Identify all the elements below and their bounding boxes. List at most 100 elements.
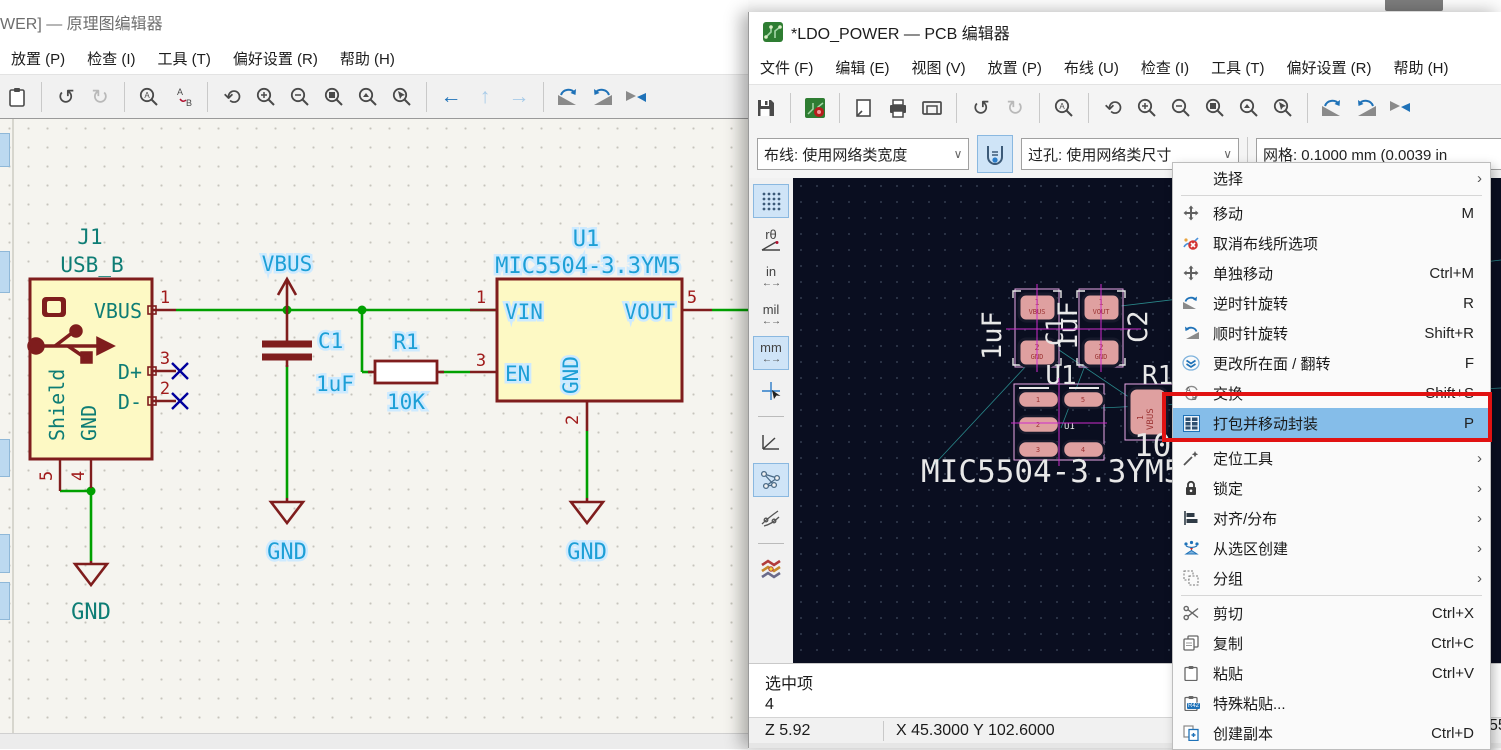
cursor-shape-button[interactable] [753, 374, 789, 408]
schematic-statusbar [0, 733, 748, 749]
sch-menu-tools[interactable]: 工具 (T) [147, 45, 222, 72]
auto-track-width-toggle[interactable] [977, 135, 1013, 173]
svg-text:B: B [1192, 395, 1197, 401]
ctx-item-move-individually[interactable]: 单独移动 Ctrl+M [1173, 258, 1490, 288]
ctx-item-unroute[interactable]: 取消布线所选项 [1173, 228, 1490, 258]
pcb-menu-tools[interactable]: 工具 (T) [1200, 54, 1275, 81]
contrast-mode-button[interactable] [753, 552, 789, 586]
pcb-menu-place[interactable]: 放置 (P) [977, 54, 1053, 81]
power-symbol-gnd-j1[interactable]: GND [71, 561, 111, 625]
undo-icon[interactable]: ↺ [964, 91, 998, 125]
schematic-menubar: 放置 (P) 检查 (I) 工具 (T) 偏好设置 (R) 帮助 (H) [0, 44, 748, 72]
curved-ratsnest-button[interactable] [753, 501, 789, 535]
print-button[interactable] [881, 91, 915, 125]
pcb-menu-route[interactable]: 布线 (U) [1053, 54, 1130, 81]
power-symbol-gnd-u1[interactable]: GND [567, 498, 607, 565]
board-setup-button[interactable] [798, 91, 832, 125]
c1-ref: C1 [318, 329, 343, 353]
pcb-menu-edit[interactable]: 编辑 (E) [824, 54, 900, 81]
ctx-item-positioning-tools[interactable]: 定位工具 › [1173, 443, 1490, 473]
zoom-selection-icon[interactable] [385, 80, 419, 114]
move-icon [1177, 205, 1205, 221]
find-icon[interactable]: A [132, 80, 166, 114]
rotate-ccw-icon[interactable] [551, 80, 585, 114]
save-button[interactable] [749, 91, 783, 125]
footprint-c2[interactable]: 1 VOUT 2 GND 1uF C2 [1053, 289, 1154, 367]
power-symbol-vbus[interactable]: VBUS [262, 252, 313, 310]
ctx-item-lock[interactable]: 锁定 › [1173, 473, 1490, 503]
ctx-item-align-distribute[interactable]: 对齐/分布 › [1173, 503, 1490, 533]
units-mils-button[interactable]: mil←→ [753, 298, 789, 332]
find-replace-icon[interactable]: AB [166, 80, 200, 114]
measure-button[interactable] [753, 425, 789, 459]
redo-icon[interactable]: ↻ [83, 80, 117, 114]
rotate-cw-icon[interactable] [1349, 91, 1383, 125]
nav-back-icon[interactable]: ← [434, 80, 468, 114]
zoom-out-icon[interactable] [283, 80, 317, 114]
u1-pin-en: EN [505, 362, 530, 386]
u1-pad-number: 5 [1081, 396, 1085, 404]
group-icon [1177, 570, 1205, 586]
page-settings-button[interactable] [847, 91, 881, 125]
u1-pad-number: 3 [1036, 446, 1040, 454]
background-window-edge [1385, 0, 1443, 11]
pcb-menu-inspect[interactable]: 检查 (I) [1130, 54, 1200, 81]
pcb-menu-view[interactable]: 视图 (V) [901, 54, 977, 81]
refresh-icon[interactable]: ⟲ [215, 80, 249, 114]
zoom-in-icon[interactable] [1130, 91, 1164, 125]
zoom-fit-icon[interactable] [1198, 91, 1232, 125]
mirror-icon[interactable] [619, 80, 653, 114]
polar-coords-button[interactable]: rθ [753, 222, 789, 256]
ctx-item-paste[interactable]: 粘贴 Ctrl+V [1173, 658, 1490, 688]
redo-icon[interactable]: ↻ [998, 91, 1032, 125]
zoom-out-icon[interactable] [1164, 91, 1198, 125]
sch-menu-preferences[interactable]: 偏好设置 (R) [222, 45, 329, 72]
plot-button[interactable] [915, 91, 949, 125]
u1-pin-vout: VOUT [624, 300, 675, 324]
symbol-j1-usb-connector[interactable]: J1 USB_B VBUS D+ D- Shield GND 1 3 2 5 4 [29, 225, 188, 491]
power-symbol-gnd-c1[interactable]: GND [267, 498, 307, 565]
paste-icon[interactable] [0, 80, 34, 114]
track-width-select[interactable]: 布线: 使用网络类宽度 ∨ [757, 138, 969, 170]
zoom-objects-icon[interactable] [351, 80, 385, 114]
pcb-menu-file[interactable]: 文件 (F) [749, 54, 824, 81]
ratsnest-toggle-button[interactable] [753, 463, 789, 497]
zoom-fit-icon[interactable] [317, 80, 351, 114]
zoom-selection-icon[interactable] [1266, 91, 1300, 125]
sch-menu-help[interactable]: 帮助 (H) [329, 45, 406, 72]
symbol-u1-regulator[interactable]: U1 MIC5504-3.3YM5 VIN EN VOUT GND 1 3 5 … [470, 227, 712, 431]
find-icon[interactable]: A [1047, 91, 1081, 125]
zoom-in-icon[interactable] [249, 80, 283, 114]
rotate-ccw-icon[interactable] [1315, 91, 1349, 125]
nav-forward-icon[interactable]: → [502, 80, 536, 114]
ctx-item-copy[interactable]: 复制 Ctrl+C [1173, 628, 1490, 658]
sch-menu-inspect[interactable]: 检查 (I) [76, 45, 146, 72]
ctx-item-swap[interactable]: AB 交换 Shift+S [1173, 378, 1490, 408]
ctx-item-rotate-cw[interactable]: 顺时针旋转 Shift+R [1173, 318, 1490, 348]
units-mm-button[interactable]: mm←→ [753, 336, 789, 370]
ctx-item-select[interactable]: 选择 › [1173, 163, 1490, 193]
refresh-icon[interactable]: ⟲ [1096, 91, 1130, 125]
ctx-item-rotate-ccw[interactable]: 逆时针旋转 R [1173, 288, 1490, 318]
units-inches-button[interactable]: in←→ [753, 260, 789, 294]
rotate-cw-icon[interactable] [585, 80, 619, 114]
schematic-canvas[interactable]: J1 USB_B VBUS D+ D- Shield GND 1 3 2 5 4… [0, 118, 748, 734]
zoom-objects-icon[interactable] [1232, 91, 1266, 125]
nav-up-icon[interactable]: ↑ [468, 80, 502, 114]
grid-toggle-button[interactable] [753, 184, 789, 218]
ctx-item-create-from-selection[interactable]: 从选区创建 › [1173, 533, 1490, 563]
flip-icon[interactable] [1383, 91, 1417, 125]
pcb-menu-help[interactable]: 帮助 (H) [1383, 54, 1460, 81]
sch-menu-place[interactable]: 放置 (P) [0, 45, 76, 72]
ctx-item-paste-special[interactable]: R42 特殊粘贴... [1173, 688, 1490, 718]
ctx-item-pack-and-move[interactable]: 打包并移动封装 P [1173, 408, 1490, 438]
ctx-item-flip[interactable]: 更改所在面 / 翻转 F [1173, 348, 1490, 378]
ctx-item-cut[interactable]: 剪切 Ctrl+X [1173, 598, 1490, 628]
undo-icon[interactable]: ↺ [49, 80, 83, 114]
symbol-r1[interactable]: R1 10K [368, 330, 444, 414]
ctx-item-group[interactable]: 分组 › [1173, 563, 1490, 593]
ctx-item-move[interactable]: 移动 M [1173, 198, 1490, 228]
ctx-item-duplicate[interactable]: 创建副本 Ctrl+D [1173, 718, 1490, 748]
symbol-c1[interactable]: C1 1uF [262, 310, 354, 396]
pcb-menu-preferences[interactable]: 偏好设置 (R) [1276, 54, 1383, 81]
